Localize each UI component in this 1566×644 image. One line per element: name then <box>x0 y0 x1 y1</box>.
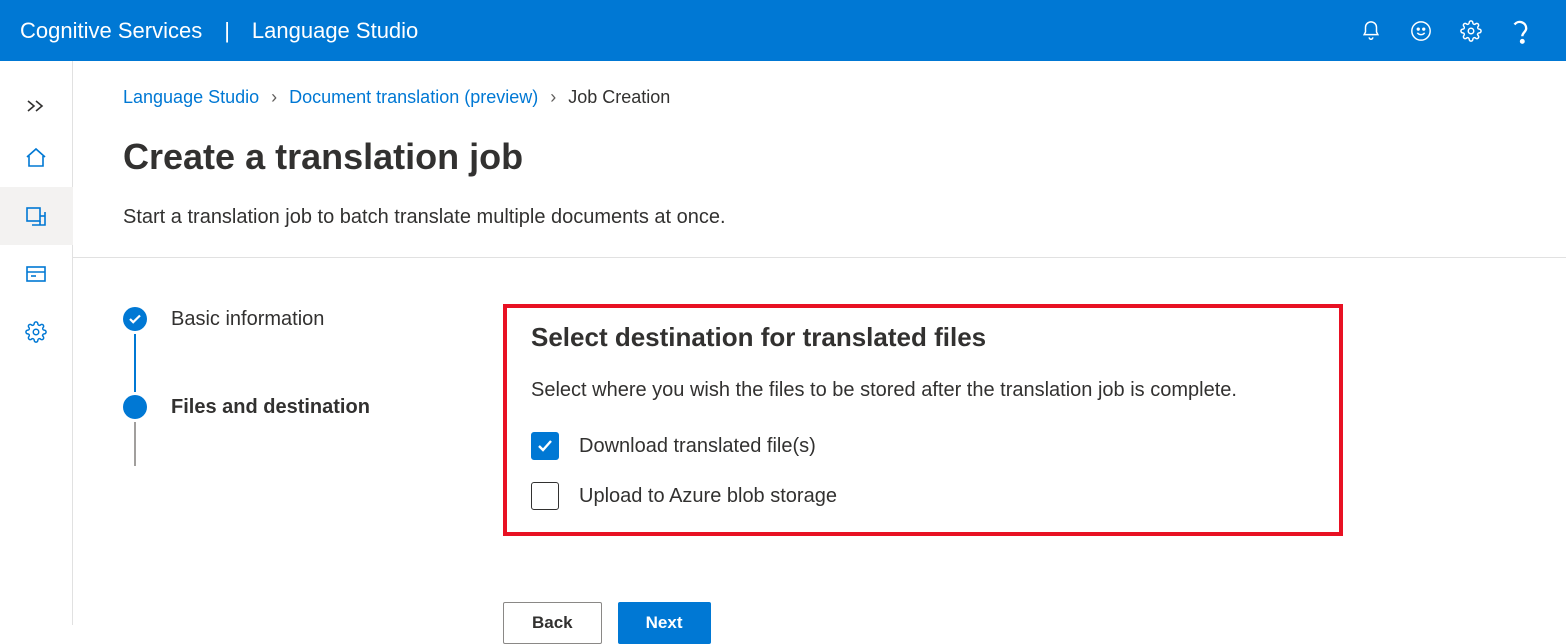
settings-gear-icon[interactable] <box>1460 20 1482 42</box>
wizard-steps: Basic information Files and destination <box>123 304 503 644</box>
breadcrumb-item-2[interactable]: Document translation (preview) <box>289 87 538 108</box>
step-connector <box>134 422 136 466</box>
step-label: Files and destination <box>171 396 370 419</box>
help-icon[interactable] <box>1510 20 1532 42</box>
chevron-right-icon: › <box>271 87 277 108</box>
step-basic-information[interactable]: Basic information <box>123 304 503 334</box>
step-label: Basic information <box>171 308 324 331</box>
highlighted-section: Select destination for translated files … <box>503 304 1343 536</box>
next-button[interactable]: Next <box>618 602 711 644</box>
app-label: Language Studio <box>252 18 418 44</box>
section-heading: Select destination for translated files <box>531 322 1315 353</box>
breadcrumb-current: Job Creation <box>568 87 670 108</box>
option-label: Download translated file(s) <box>579 435 816 458</box>
step-files-destination[interactable]: Files and destination <box>123 392 503 422</box>
section-description: Select where you wish the files to be st… <box>531 379 1315 402</box>
breadcrumb-item-1[interactable]: Language Studio <box>123 87 259 108</box>
checkbox-checked-icon <box>531 432 559 460</box>
rail-translate-icon[interactable] <box>0 187 73 245</box>
rail-expand-icon[interactable] <box>0 83 73 129</box>
checkbox-unchecked-icon <box>531 482 559 510</box>
rail-settings-icon[interactable] <box>0 303 73 361</box>
notifications-icon[interactable] <box>1360 20 1382 42</box>
step-complete-icon <box>123 307 147 331</box>
step-connector <box>134 334 136 392</box>
option-download-files[interactable]: Download translated file(s) <box>531 432 1315 460</box>
breadcrumb: Language Studio › Document translation (… <box>123 87 1516 108</box>
option-label: Upload to Azure blob storage <box>579 485 837 508</box>
feedback-smile-icon[interactable] <box>1410 20 1432 42</box>
option-upload-blob[interactable]: Upload to Azure blob storage <box>531 482 1315 510</box>
page-title: Create a translation job <box>123 136 1516 178</box>
page-subtitle: Start a translation job to batch transla… <box>123 206 1516 229</box>
rail-home-icon[interactable] <box>0 129 73 187</box>
top-header: Cognitive Services | Language Studio <box>0 0 1566 61</box>
step-current-icon <box>123 395 147 419</box>
brand-label: Cognitive Services <box>20 18 202 44</box>
chevron-right-icon: › <box>550 87 556 108</box>
back-button[interactable]: Back <box>503 602 602 644</box>
left-rail <box>0 61 73 625</box>
header-divider: | <box>224 18 230 44</box>
rail-jobs-icon[interactable] <box>0 245 73 303</box>
